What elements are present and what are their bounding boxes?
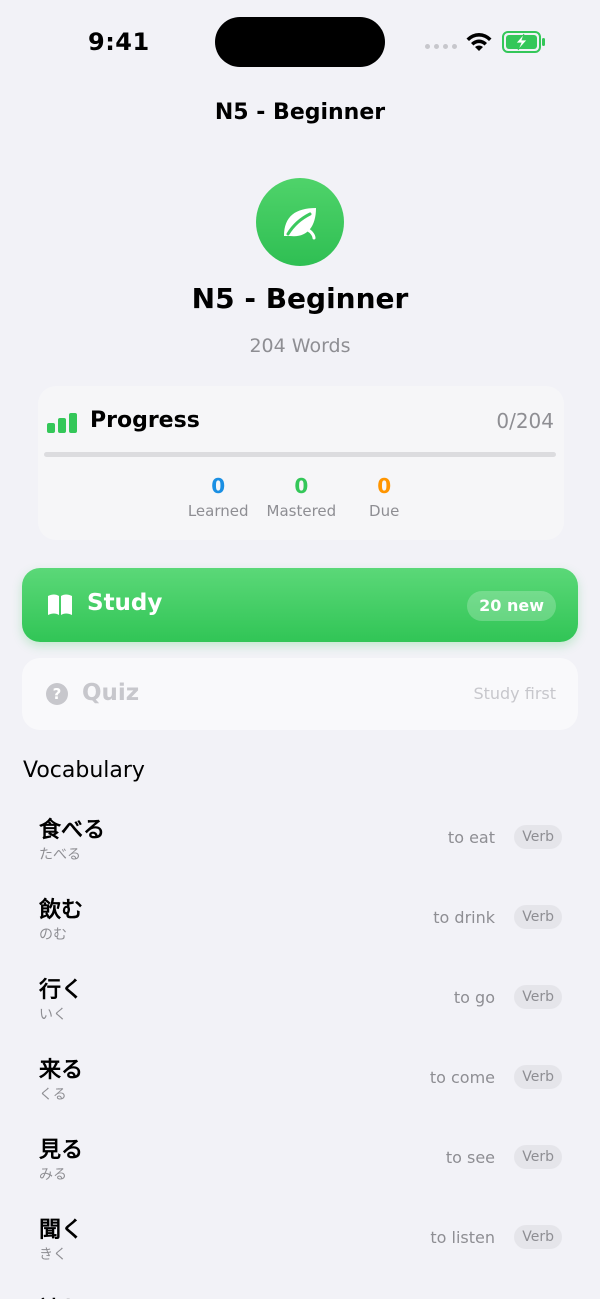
quiz-hint: Study first — [473, 684, 556, 703]
vocab-reading: くる — [39, 1087, 67, 1103]
status-time: 9:41 — [88, 28, 150, 56]
vocab-reading: のむ — [39, 927, 67, 943]
vocab-word: 食べる — [39, 818, 106, 843]
stat-label: Mastered — [266, 502, 337, 520]
stat-due: 0 Due — [354, 474, 414, 520]
list-item[interactable]: 見る みる to see Verb — [0, 1120, 600, 1200]
list-item[interactable]: 来る くる to come Verb — [0, 1040, 600, 1120]
quiz-label: Quiz — [82, 680, 140, 706]
stat-value: 0 — [377, 474, 392, 498]
nav-title: N5 - Beginner — [214, 100, 386, 125]
stat-value: 0 — [294, 474, 309, 498]
progress-card: Progress 0/204 0 Learned 0 Mastered 0 Du… — [38, 386, 564, 540]
word-count: 204 Words — [249, 335, 351, 357]
study-button[interactable]: Study 20 new — [22, 568, 578, 642]
part-of-speech-badge: Verb — [514, 825, 562, 849]
vocab-word: 飲む — [39, 898, 84, 923]
part-of-speech-badge: Verb — [514, 905, 562, 929]
stat-value: 0 — [211, 474, 226, 498]
vocab-reading: いく — [39, 1007, 67, 1023]
vocab-reading: たべる — [39, 847, 81, 863]
vocab-meaning: to come — [429, 1068, 495, 1087]
status-bar: 9:41 — [0, 0, 600, 90]
vocab-word: 読む — [39, 1292, 83, 1299]
vocab-meaning: to listen — [430, 1228, 495, 1247]
vocab-word: 見る — [39, 1138, 84, 1163]
list-item[interactable]: 食べる たべる to eat Verb — [0, 800, 600, 880]
vocab-meaning: to see — [445, 1148, 495, 1167]
progress-count: 0/204 — [496, 409, 554, 433]
vocab-meaning: to drink — [433, 908, 495, 927]
quiz-button[interactable]: ? Quiz Study first — [22, 658, 578, 730]
level-title: N5 - Beginner — [191, 282, 409, 315]
list-item[interactable]: 飲む のむ to drink Verb — [0, 880, 600, 960]
vocab-word: 聞く — [39, 1218, 84, 1243]
stat-learned: 0 Learned — [188, 474, 249, 520]
stat-mastered: 0 Mastered — [267, 474, 337, 520]
part-of-speech-badge: Verb — [514, 1225, 562, 1249]
dynamic-island — [215, 17, 385, 67]
bar-chart-icon — [47, 413, 77, 433]
vocabulary-list[interactable]: 食べる たべる to eat Verb 飲む のむ to drink Verb … — [0, 800, 600, 1299]
leaf-icon — [256, 178, 344, 266]
new-count-badge: 20 new — [467, 591, 556, 621]
progress-bar — [44, 452, 556, 457]
book-icon — [48, 594, 72, 615]
vocab-meaning: to go — [453, 988, 495, 1007]
vocabulary-heading: Vocabulary — [23, 758, 145, 783]
wifi-icon — [466, 33, 492, 51]
battery-charging-icon — [502, 31, 545, 53]
study-label: Study — [87, 590, 163, 616]
cellular-signal-icon — [425, 44, 457, 49]
vocab-reading: みる — [39, 1167, 67, 1183]
vocab-reading: きく — [39, 1247, 67, 1263]
stat-label: Due — [369, 502, 400, 520]
stat-label: Learned — [187, 502, 249, 520]
progress-stats: 0 Learned 0 Mastered 0 Due — [38, 474, 564, 520]
part-of-speech-badge: Verb — [514, 985, 562, 1009]
vocab-word: 来る — [39, 1058, 84, 1083]
progress-label: Progress — [90, 408, 200, 433]
question-circle-icon: ? — [46, 683, 68, 705]
list-item[interactable]: 行く いく to go Verb — [0, 960, 600, 1040]
vocab-word: 行く — [39, 978, 84, 1003]
vocab-meaning: to eat — [447, 828, 495, 847]
list-item[interactable]: 読む — [0, 1280, 600, 1299]
part-of-speech-badge: Verb — [514, 1065, 562, 1089]
part-of-speech-badge: Verb — [514, 1145, 562, 1169]
list-item[interactable]: 聞く きく to listen Verb — [0, 1200, 600, 1280]
